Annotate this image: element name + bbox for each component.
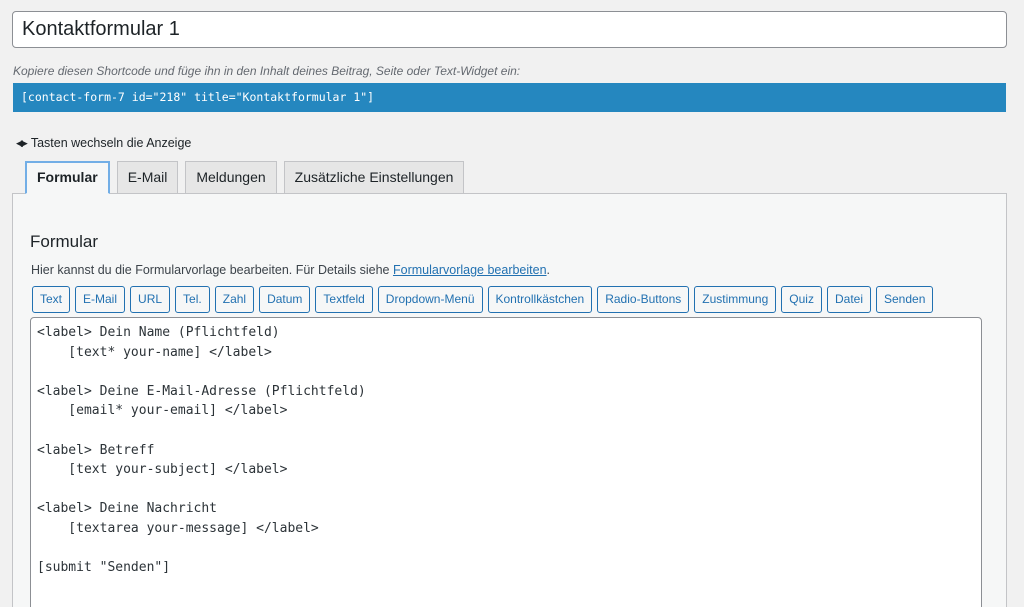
tab-zusaetzliche-einstellungen[interactable]: Zusätzliche Einstellungen (283, 161, 465, 194)
formularvorlage-link[interactable]: Formularvorlage bearbeiten (393, 263, 547, 277)
panel-description: Hier kannst du die Formularvorlage bearb… (31, 263, 550, 277)
tag-button-email[interactable]: E-Mail (75, 286, 126, 313)
tag-button-senden[interactable]: Senden (876, 286, 934, 313)
left-right-arrows-icon: ◀▶ (16, 137, 28, 148)
tag-button-textfeld[interactable]: Textfeld (315, 286, 373, 313)
tag-button-datei[interactable]: Datei (826, 286, 871, 313)
panel-description-suffix: . (546, 263, 551, 277)
shortcode-box[interactable]: [contact-form-7 id="218" title="Kontaktf… (13, 83, 1006, 112)
tab-formular[interactable]: Formular (25, 161, 110, 194)
tag-generator-buttons: Text E-Mail URL Tel. Zahl Datum Textfeld… (32, 286, 934, 313)
form-panel: Formular Hier kannst du die Formularvorl… (12, 193, 1007, 607)
tag-button-datum[interactable]: Datum (259, 286, 311, 313)
tag-button-radio[interactable]: Radio-Buttons (597, 286, 690, 313)
form-title-input[interactable] (12, 11, 1007, 48)
tab-meldungen[interactable]: Meldungen (185, 161, 277, 194)
shortcode-hint: Kopiere diesen Shortcode und füge ihn in… (13, 64, 521, 78)
panel-description-text: Hier kannst du die Formularvorlage bearb… (31, 263, 393, 277)
tag-button-url[interactable]: URL (130, 286, 171, 313)
toggle-hint: ◀▶ Tasten wechseln die Anzeige (16, 136, 191, 150)
tag-button-text[interactable]: Text (32, 286, 71, 313)
toggle-hint-text: Tasten wechseln die Anzeige (30, 136, 192, 150)
tab-bar: Formular E-Mail Meldungen Zusätzliche Ei… (25, 161, 465, 194)
tag-button-zahl[interactable]: Zahl (214, 286, 255, 313)
panel-title: Formular (30, 232, 99, 251)
tag-button-zustimmung[interactable]: Zustimmung (694, 286, 777, 313)
tag-button-quiz[interactable]: Quiz (781, 286, 822, 313)
tag-button-dropdown[interactable]: Dropdown-Menü (377, 286, 483, 313)
tag-button-tel[interactable]: Tel. (175, 286, 210, 313)
tab-email[interactable]: E-Mail (116, 161, 179, 194)
form-template-editor[interactable]: <label> Dein Name (Pflichtfeld) [text* y… (30, 317, 982, 607)
tag-button-kontrollkaestchen[interactable]: Kontrollkästchen (487, 286, 593, 313)
